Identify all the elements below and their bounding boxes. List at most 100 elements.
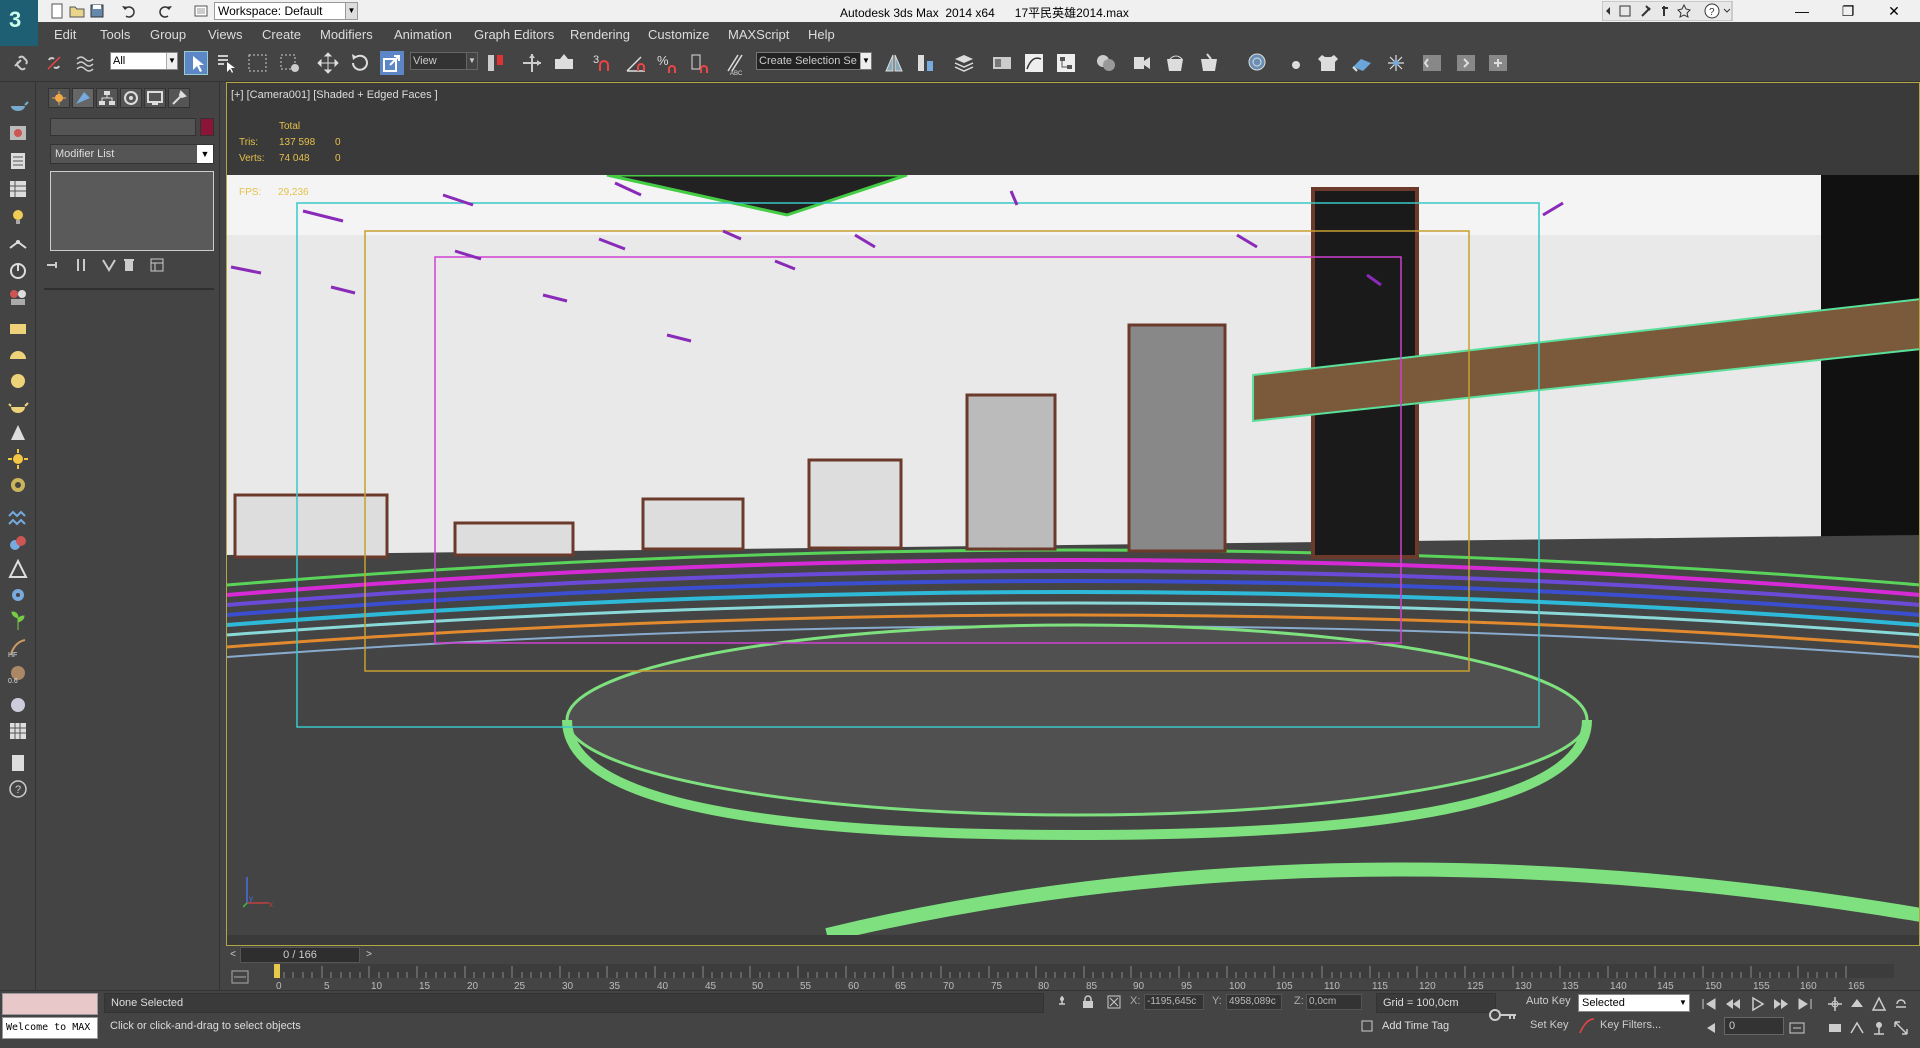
- compound-tool-icon[interactable]: [7, 532, 29, 554]
- auto-key-button[interactable]: Auto Key: [1526, 995, 1571, 1007]
- select-by-name-icon[interactable]: [214, 51, 238, 75]
- track-bar[interactable]: 0 5 10 15 20 25 30 35 40 45 50 55 60 65 70 75 80 85 90 95 10…: [226, 964, 1920, 990]
- go-to-end-icon[interactable]: [1796, 995, 1814, 1013]
- default-in-out-tangent-icon[interactable]: [1578, 1017, 1596, 1035]
- workspace-dropdown[interactable]: Workspace: Default ▼: [214, 2, 358, 20]
- cloth-icon[interactable]: [1316, 51, 1340, 75]
- redo-icon[interactable]: [156, 2, 174, 20]
- layer-manager-icon[interactable]: [952, 51, 976, 75]
- torus-primitive-icon[interactable]: [7, 474, 29, 496]
- time-tag-icon[interactable]: [1360, 1019, 1374, 1033]
- viewport-dock-3-icon[interactable]: [1486, 51, 1510, 75]
- time-slider-next-icon[interactable]: >: [362, 947, 376, 963]
- display-tab-icon[interactable]: [144, 88, 166, 108]
- modifier-list-dropdown[interactable]: Modifier List ▼: [50, 144, 214, 164]
- angle-snap-icon[interactable]: [624, 51, 648, 75]
- object-name-field[interactable]: [50, 118, 196, 136]
- x-coord-field[interactable]: -1195,645c: [1144, 994, 1204, 1010]
- key-mode-dropdown[interactable]: Selected ▼: [1578, 994, 1690, 1012]
- key-mode-toggle-icon[interactable]: [1700, 1019, 1718, 1037]
- app-menu-button[interactable]: 3: [0, 0, 38, 46]
- go-to-start-icon[interactable]: [1700, 995, 1718, 1013]
- menu-tools[interactable]: Tools: [100, 27, 130, 42]
- curve-editor-icon[interactable]: [1022, 51, 1046, 75]
- link-icon[interactable]: [10, 51, 34, 75]
- viewport-dock-1-icon[interactable]: [1420, 51, 1444, 75]
- teapot-icon[interactable]: [7, 94, 29, 116]
- keyboard-shortcut-override-icon[interactable]: [552, 51, 576, 75]
- menu-views[interactable]: Views: [208, 27, 242, 42]
- spline-tool-icon[interactable]: [7, 506, 29, 528]
- pivot-center-icon[interactable]: [484, 51, 508, 75]
- percent-snap-icon[interactable]: %: [656, 51, 680, 75]
- zoom-icon[interactable]: [1826, 995, 1844, 1013]
- z-coord-field[interactable]: 0,0cm: [1306, 994, 1362, 1010]
- mini-curve-editor-icon[interactable]: [230, 967, 250, 987]
- select-object-icon[interactable]: [184, 51, 208, 75]
- new-file-icon[interactable]: [48, 2, 66, 20]
- selection-lock-icon[interactable]: [1080, 994, 1096, 1010]
- undo-icon[interactable]: [120, 2, 138, 20]
- render-production-icon[interactable]: [1198, 51, 1222, 75]
- camera-tool-icon[interactable]: [7, 260, 29, 282]
- sphere-primitive-left-icon[interactable]: [7, 370, 29, 392]
- key-filters-button[interactable]: Key Filters...: [1600, 1019, 1661, 1031]
- mirror-icon[interactable]: [882, 51, 906, 75]
- hair-fur-icon[interactable]: HF: [7, 636, 29, 659]
- maximize-viewport-icon[interactable]: [1892, 1019, 1910, 1037]
- material-editor-icon[interactable]: [1094, 51, 1118, 75]
- configure-modifier-sets-icon[interactable]: [148, 256, 166, 274]
- window-crossing-icon[interactable]: [278, 51, 302, 75]
- maxscript-output[interactable]: Welcome to MAX: [2, 1017, 98, 1039]
- make-unique-icon[interactable]: [100, 256, 118, 274]
- play-icon[interactable]: [1748, 995, 1766, 1013]
- menu-edit[interactable]: Edit: [54, 27, 76, 42]
- menu-help[interactable]: Help: [808, 27, 835, 42]
- absolute-mode-icon[interactable]: [1106, 994, 1122, 1010]
- menu-graph-editors[interactable]: Graph Editors: [474, 27, 554, 42]
- light-lister-icon[interactable]: [7, 206, 29, 228]
- spinner-snap-icon[interactable]: [688, 51, 712, 75]
- motion-tab-icon[interactable]: [120, 88, 142, 108]
- camera-viewport[interactable]: [+] [Camera001] [Shaded + Edged Faces ] …: [226, 82, 1920, 946]
- menu-rendering[interactable]: Rendering: [570, 27, 630, 42]
- layer-list-icon[interactable]: [7, 150, 29, 172]
- display-floater-icon[interactable]: [7, 122, 29, 144]
- align-icon[interactable]: [914, 51, 938, 75]
- bind-spacewarp-icon[interactable]: [74, 51, 98, 75]
- add-time-tag-button[interactable]: Add Time Tag: [1376, 1017, 1496, 1037]
- current-frame-field[interactable]: 0: [1724, 1017, 1784, 1035]
- key-icon[interactable]: [1488, 1005, 1518, 1025]
- menu-modifiers[interactable]: Modifiers: [320, 27, 373, 42]
- time-configuration-icon[interactable]: [1788, 1019, 1806, 1037]
- graphite-tools-icon[interactable]: [990, 51, 1014, 75]
- sphere-object-icon[interactable]: [7, 694, 29, 716]
- document-icon[interactable]: [7, 752, 29, 774]
- time-slider-handle[interactable]: 0 / 166: [240, 947, 360, 963]
- y-coord-field[interactable]: 4958,089c: [1226, 994, 1282, 1010]
- set-key-button[interactable]: Set Key: [1530, 1019, 1569, 1031]
- render-tool-icon[interactable]: [7, 286, 29, 308]
- open-file-icon[interactable]: [68, 2, 86, 20]
- snaps-toggle-icon[interactable]: 3: [592, 51, 616, 75]
- viewport-dock-2-icon[interactable]: [1454, 51, 1478, 75]
- remove-modifier-icon[interactable]: [120, 256, 138, 274]
- hemisphere-primitive-icon[interactable]: [7, 344, 29, 366]
- render-setup-icon[interactable]: [1130, 51, 1154, 75]
- isolate-selection-icon[interactable]: [1054, 994, 1070, 1010]
- rectangular-selection-icon[interactable]: [246, 51, 270, 75]
- sun-light-icon[interactable]: [7, 448, 29, 470]
- maxscript-input[interactable]: [2, 993, 98, 1015]
- create-tab-icon[interactable]: [48, 88, 70, 108]
- particle-flow-icon[interactable]: [1384, 51, 1408, 75]
- scale-icon[interactable]: [380, 51, 404, 75]
- cone-primitive-icon[interactable]: [7, 422, 29, 444]
- menu-create[interactable]: Create: [262, 27, 301, 42]
- close-icon[interactable]: ✕: [1874, 0, 1914, 22]
- show-end-result-icon[interactable]: [72, 256, 90, 274]
- helper-tool-icon[interactable]: [7, 558, 29, 580]
- container-explorer-icon[interactable]: [1246, 51, 1270, 75]
- menu-customize[interactable]: Customize: [648, 27, 709, 42]
- object-color-swatch[interactable]: [200, 118, 214, 136]
- next-frame-icon[interactable]: [1772, 995, 1790, 1013]
